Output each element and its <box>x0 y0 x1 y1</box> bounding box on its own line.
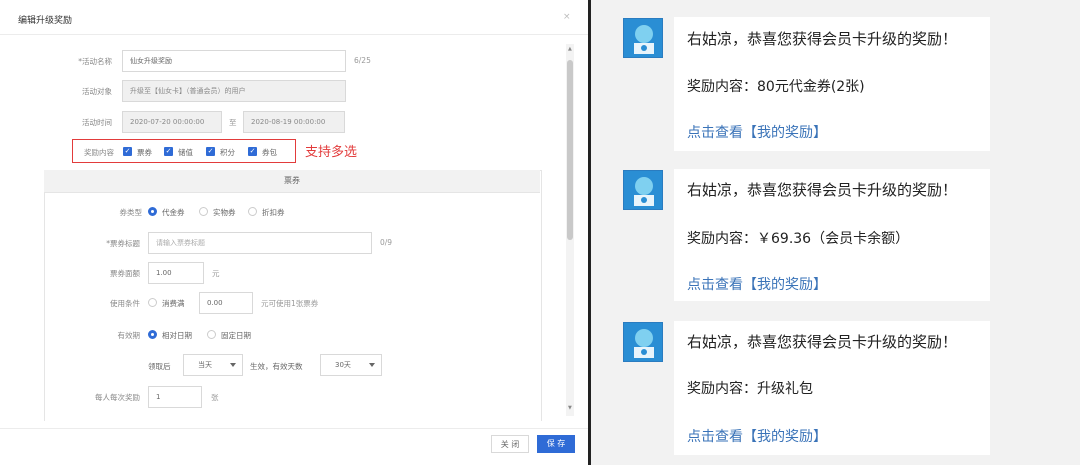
start-day-select[interactable]: 当天 <box>183 354 243 376</box>
per-reward-input[interactable]: 1 <box>148 386 202 408</box>
my-rewards-link[interactable]: 点击查看【我的奖励】 <box>687 426 827 446</box>
scroll-up-icon[interactable]: ▲ <box>568 46 572 52</box>
checkbox-points[interactable]: ✓ <box>206 147 215 156</box>
chevron-down-icon <box>230 363 236 367</box>
checkbox-coupon[interactable]: ✓ <box>123 147 132 156</box>
edit-upgrade-reward-dialog: 编辑升级奖励 × *活动名称 仙女升级奖励 6/25 活动对象 升级至【仙女卡】… <box>0 0 588 465</box>
coupon-amount-label: 票券面额 <box>110 269 140 278</box>
message-greeting: 右姑凉，恭喜您获得会员卡升级的奖励！ <box>687 181 958 199</box>
message-reward-content: 奖励内容：80元代金券(2张) <box>687 79 865 95</box>
avatar <box>623 322 663 362</box>
valid-days-value: 30天 <box>335 361 351 369</box>
coupon-title-count: 0/9 <box>380 238 393 247</box>
coupon-type-label: 券类型 <box>119 208 143 217</box>
message-greeting: 右姑凉，恭喜您获得会员卡升级的奖励！ <box>687 333 958 351</box>
dialog-title: 编辑升级奖励 <box>18 16 73 26</box>
footer-divider <box>0 428 588 429</box>
scroll-down-icon[interactable]: ▼ <box>568 405 572 411</box>
radio-discount-coupon-label: 折扣券 <box>262 208 285 217</box>
start-day-value: 当天 <box>198 361 212 369</box>
coupon-panel-title: 票券 <box>44 170 540 193</box>
reward-content-label: 奖励内容 <box>84 148 114 157</box>
coupon-amount-unit: 元 <box>212 269 220 278</box>
checkbox-coupon-label: 票券 <box>137 148 152 157</box>
validity-prefix: 领取后 <box>148 362 171 371</box>
radio-physical-coupon-label: 实物券 <box>213 208 236 217</box>
activity-time-label: 活动时间 <box>82 118 112 127</box>
radio-physical-coupon[interactable] <box>199 207 208 216</box>
activity-name-count: 6/25 <box>354 56 371 65</box>
avatar <box>623 18 663 58</box>
spend-threshold-input[interactable]: 0.00 <box>199 292 253 314</box>
radio-voucher[interactable] <box>148 207 157 216</box>
checkbox-stored-value-label: 储值 <box>178 148 193 157</box>
activity-start-time: 2020-07-20 00:00:00 <box>122 111 222 133</box>
chat-panel: 右姑凉，恭喜您获得会员卡升级的奖励！ 奖励内容：80元代金券(2张) 点击查看【… <box>591 0 1080 465</box>
scrollbar-thumb[interactable] <box>567 60 573 240</box>
validity-label: 有效期 <box>117 331 141 340</box>
coupon-amount-input[interactable]: 1.00 <box>148 262 204 284</box>
close-icon[interactable]: × <box>563 12 571 22</box>
message-reward-content: 奖励内容：￥69.36（会员卡余额） <box>687 231 910 247</box>
chevron-down-icon <box>369 363 375 367</box>
save-button[interactable]: 保 存 <box>537 435 575 453</box>
per-reward-label: 每人每次奖励 <box>95 393 140 402</box>
use-condition-label: 使用条件 <box>110 299 140 308</box>
checkbox-coupon-pack-label: 券包 <box>262 148 277 157</box>
coupon-title-label: *票券标题 <box>106 239 140 248</box>
activity-name-input[interactable]: 仙女升级奖励 <box>122 50 346 72</box>
radio-fixed-date[interactable] <box>207 330 216 339</box>
radio-relative-date[interactable] <box>148 330 157 339</box>
activity-end-time: 2020-08-19 00:00:00 <box>243 111 345 133</box>
message-reward-content: 奖励内容：升级礼包 <box>687 381 813 397</box>
close-button[interactable]: 关 闭 <box>491 435 529 453</box>
radio-spend-threshold-label: 消费满 <box>162 299 185 308</box>
activity-name-label: *活动名称 <box>78 57 112 66</box>
my-rewards-link[interactable]: 点击查看【我的奖励】 <box>687 122 827 142</box>
activity-target-label: 活动对象 <box>82 87 112 96</box>
valid-days-select[interactable]: 30天 <box>320 354 382 376</box>
radio-fixed-date-label: 固定日期 <box>221 331 251 340</box>
my-rewards-link[interactable]: 点击查看【我的奖励】 <box>687 274 827 294</box>
radio-voucher-label: 代金券 <box>162 208 185 217</box>
validity-middle-text: 生效，有效天数 <box>250 362 303 371</box>
use-condition-suffix: 元可使用1张票券 <box>261 299 319 308</box>
checkbox-points-label: 积分 <box>220 148 235 157</box>
avatar <box>623 170 663 210</box>
per-reward-unit: 张 <box>211 393 219 402</box>
checkbox-coupon-pack[interactable]: ✓ <box>248 147 257 156</box>
checkbox-stored-value[interactable]: ✓ <box>164 147 173 156</box>
radio-relative-date-label: 相对日期 <box>162 331 192 340</box>
time-separator: 至 <box>229 118 237 127</box>
radio-spend-threshold[interactable] <box>148 298 157 307</box>
message-greeting: 右姑凉，恭喜您获得会员卡升级的奖励！ <box>687 30 958 48</box>
activity-target-field: 升级至【仙女卡】（普通会员）的用户 <box>122 80 346 102</box>
coupon-title-input[interactable]: 请输入票券标题 <box>148 232 372 254</box>
title-divider <box>0 34 588 35</box>
multi-select-note: 支持多选 <box>305 145 358 160</box>
radio-discount-coupon[interactable] <box>248 207 257 216</box>
